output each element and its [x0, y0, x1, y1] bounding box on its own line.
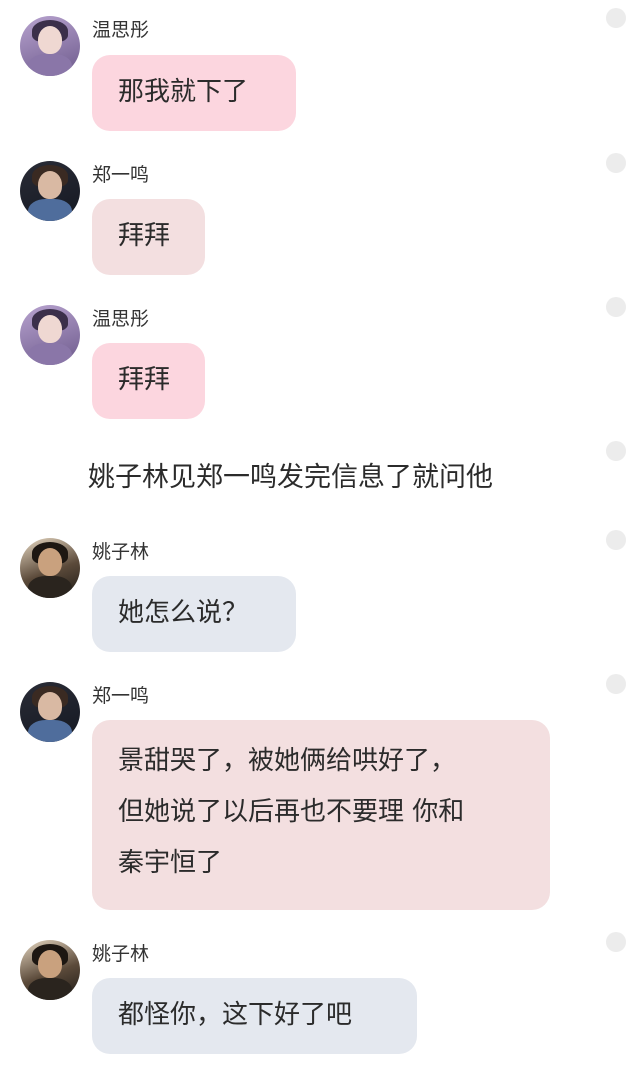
message-line: 秦宇恒了: [118, 848, 223, 878]
sender-name: 郑一鸣: [92, 164, 150, 186]
sender-name: 郑一鸣: [92, 685, 150, 707]
avatar-body: [28, 720, 72, 742]
avatar[interactable]: [20, 538, 80, 598]
avatar-body: [28, 978, 72, 1000]
avatar-face: [38, 26, 62, 54]
message-select-dot[interactable]: [606, 932, 626, 952]
avatar[interactable]: [20, 682, 80, 742]
message-bubble[interactable]: 景甜哭了，被她俩给哄好了， 但她说了以后再也不要理 你和 秦宇恒了: [92, 720, 550, 910]
message-bubble[interactable]: 都怪你，这下好了吧: [92, 978, 417, 1054]
avatar-body: [28, 343, 72, 365]
message-line: 景甜哭了，被她俩给哄好了，: [118, 746, 457, 776]
message-bubble[interactable]: 她怎么说？: [92, 576, 296, 652]
message-select-dot[interactable]: [606, 674, 626, 694]
avatar[interactable]: [20, 16, 80, 76]
sender-name: 姚子林: [92, 943, 150, 965]
message-select-dot[interactable]: [606, 8, 626, 28]
avatar[interactable]: [20, 161, 80, 221]
narration-text: 姚子林见郑一鸣发完信息了就问他: [88, 462, 493, 493]
avatar-body: [28, 199, 72, 221]
sender-name: 温思彤: [92, 308, 150, 330]
message-bubble[interactable]: 拜拜: [92, 343, 205, 419]
message-select-dot[interactable]: [606, 530, 626, 550]
message-bubble[interactable]: 拜拜: [92, 199, 205, 275]
message-select-dot[interactable]: [606, 153, 626, 173]
avatar-body: [28, 54, 72, 76]
avatar-face: [38, 692, 62, 720]
avatar-face: [38, 315, 62, 343]
avatar-face: [38, 548, 62, 576]
sender-name: 姚子林: [92, 541, 150, 563]
avatar[interactable]: [20, 305, 80, 365]
message-select-dot[interactable]: [606, 297, 626, 317]
message-line: 但她说了以后再也不要理 你和: [118, 797, 465, 827]
avatar-face: [38, 950, 62, 978]
avatar-face: [38, 171, 62, 199]
message-select-dot[interactable]: [606, 441, 626, 461]
avatar[interactable]: [20, 940, 80, 1000]
message-bubble[interactable]: 那我就下了: [92, 55, 296, 131]
sender-name: 温思彤: [92, 19, 150, 41]
avatar-body: [28, 576, 72, 598]
